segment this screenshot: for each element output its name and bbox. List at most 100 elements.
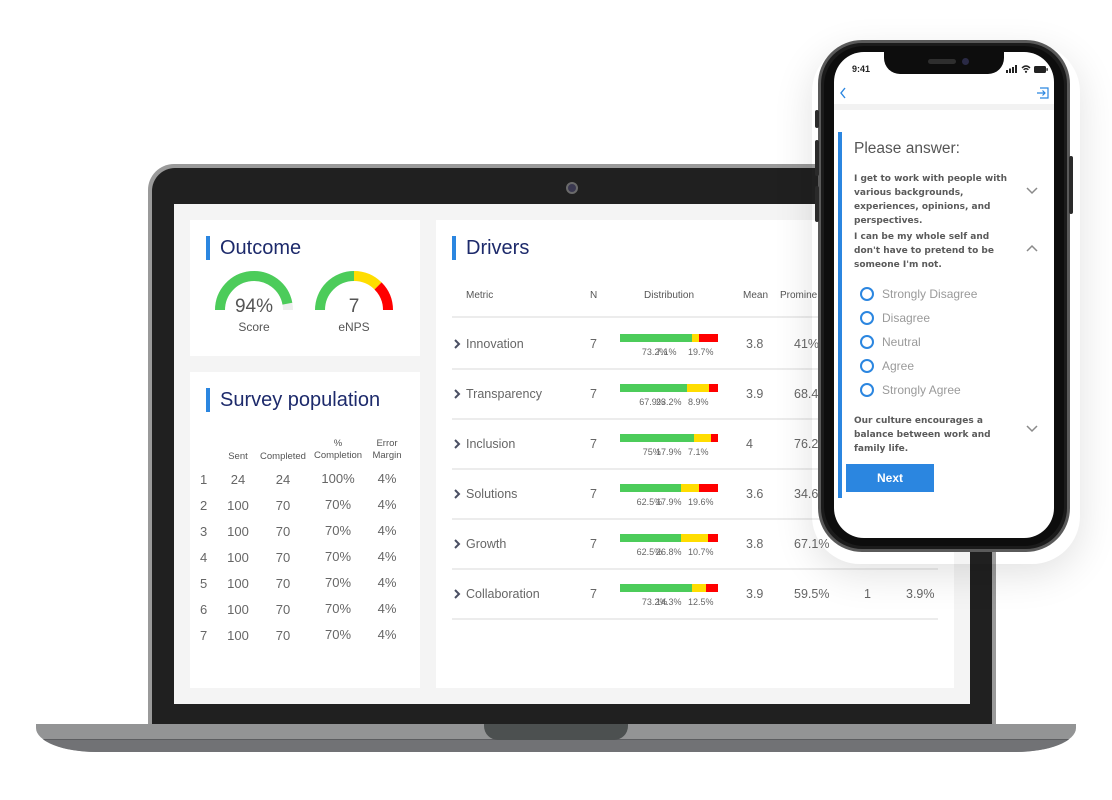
prominence-cell: 59.5%: [794, 587, 830, 601]
answer-option[interactable]: Agree: [860, 358, 914, 374]
n-cell: 7: [590, 487, 597, 501]
positive-segment: [620, 384, 687, 392]
expand-chevron-icon[interactable]: [452, 487, 462, 501]
wifi-icon: [1021, 65, 1031, 73]
laptop-camera-icon: [566, 182, 578, 194]
table-row: 1 24 24 100% 4%: [200, 466, 410, 492]
neutral-label: 26.8%: [656, 547, 682, 557]
sent-cell: 100: [227, 549, 249, 565]
extra-cell-2: 3.9%: [906, 587, 935, 601]
metric-name: Innovation: [466, 337, 524, 351]
negative-segment: [707, 534, 718, 542]
negative-segment: [711, 434, 718, 442]
radio-button[interactable]: [860, 359, 874, 373]
enps-gauge: 7 eNPS: [314, 268, 394, 338]
table-row: 4 100 70 70% 4%: [200, 544, 410, 570]
survey-population-title: Survey population: [206, 388, 380, 412]
question-3[interactable]: Our culture encourages a balance between…: [854, 414, 1016, 456]
expand-chevron-icon[interactable]: [452, 437, 462, 451]
negative-segment: [705, 584, 718, 592]
neutral-segment: [693, 434, 712, 442]
driver-row[interactable]: Collaboration 7 3.9 59.5% 1 3.9% 73.2% 14.…: [452, 570, 938, 620]
error-margin-cell: 4%: [377, 523, 397, 538]
answer-option[interactable]: Neutral: [860, 334, 921, 350]
expand-chevron-icon[interactable]: [452, 337, 462, 351]
error-margin-cell: 4%: [377, 497, 397, 512]
sent-cell: 100: [227, 627, 249, 643]
radio-button[interactable]: [860, 287, 874, 301]
option-label: Neutral: [882, 335, 921, 349]
outcome-title: Outcome: [206, 236, 301, 260]
n-cell: 7: [590, 537, 597, 551]
mean-cell: 3.6: [746, 487, 764, 501]
radio-button[interactable]: [860, 383, 874, 397]
answer-option[interactable]: Disagree: [860, 310, 930, 326]
signal-icon: [1006, 65, 1017, 73]
mean-cell: 3.8: [746, 537, 764, 551]
score-label: Score: [238, 320, 270, 334]
phone-notch: [884, 50, 1004, 74]
completed-cell: 70: [275, 497, 291, 513]
laptop-notch: [484, 724, 628, 740]
negative-segment: [709, 384, 718, 392]
radio-button[interactable]: [860, 311, 874, 325]
expand-chevron-icon[interactable]: [452, 387, 462, 401]
battery-icon: [1034, 65, 1048, 73]
negative-label: 8.9%: [688, 397, 709, 407]
completion-cell: 100%: [321, 471, 355, 486]
distribution-bar: [620, 434, 718, 442]
completed-cell: 70: [275, 523, 291, 539]
error-margin-cell: 4%: [377, 549, 397, 564]
please-answer-heading: Please answer:: [854, 140, 960, 157]
outcome-card: Outcome 94% Score 7 eNPS: [190, 220, 420, 356]
neutral-label: 17.9%: [656, 447, 682, 457]
negative-label: 12.5%: [688, 597, 714, 607]
sent-cell: 100: [227, 601, 249, 617]
table-row: 6 100 70 70% 4%: [200, 596, 410, 622]
row-index: 5: [200, 575, 208, 591]
answer-option[interactable]: Strongly Disagree: [860, 286, 977, 302]
n-cell: 7: [590, 437, 597, 451]
sent-cell: 100: [227, 523, 249, 539]
completed-cell: 70: [275, 549, 291, 565]
table-row: 2 100 70 70% 4%: [200, 492, 410, 518]
radio-button[interactable]: [860, 335, 874, 349]
metric-name: Transparency: [466, 387, 542, 401]
score-gauge: 94% Score: [214, 268, 294, 338]
chevron-down-icon[interactable]: [1025, 424, 1039, 434]
question-2[interactable]: I can be my whole self and don't have to…: [854, 230, 1016, 272]
back-chevron-icon[interactable]: [838, 86, 848, 100]
extra-cell-1: 1: [864, 587, 871, 601]
neutral-segment: [681, 534, 708, 542]
negative-label: 7.1%: [688, 447, 709, 457]
chevron-up-icon[interactable]: [1025, 243, 1039, 253]
completed-cell: 70: [275, 575, 291, 591]
neutral-label: 14.3%: [656, 597, 682, 607]
negative-segment: [698, 334, 718, 342]
neutral-segment: [691, 584, 706, 592]
col-header-completed: Completed: [260, 451, 306, 462]
expand-chevron-icon[interactable]: [452, 587, 462, 601]
metric-name: Growth: [466, 537, 507, 551]
status-time: 9:41: [852, 64, 871, 74]
expand-chevron-icon[interactable]: [452, 537, 462, 551]
col-header-metric: Metric: [466, 290, 494, 301]
neutral-label: 23.2%: [656, 397, 682, 407]
answer-option[interactable]: Strongly Agree: [860, 382, 961, 398]
col-header-mean: Mean: [743, 290, 769, 301]
negative-segment: [698, 484, 718, 492]
completed-cell: 70: [275, 601, 291, 617]
sent-cell: 24: [230, 471, 246, 487]
neutral-segment: [686, 384, 710, 392]
positive-segment: [620, 534, 682, 542]
enps-label: eNPS: [338, 320, 370, 334]
option-label: Strongly Disagree: [882, 287, 978, 301]
col-header-distribution: Distribution: [644, 290, 695, 301]
chevron-down-icon[interactable]: [1025, 186, 1039, 196]
next-button[interactable]: Next: [846, 464, 934, 492]
table-row: 7 100 70 70% 4%: [200, 622, 410, 648]
question-1[interactable]: I get to work with people with various b…: [854, 172, 1016, 228]
exit-icon[interactable]: [1036, 86, 1050, 100]
col-header-error-margin: Error Margin: [372, 438, 402, 461]
row-index: 1: [200, 471, 208, 487]
